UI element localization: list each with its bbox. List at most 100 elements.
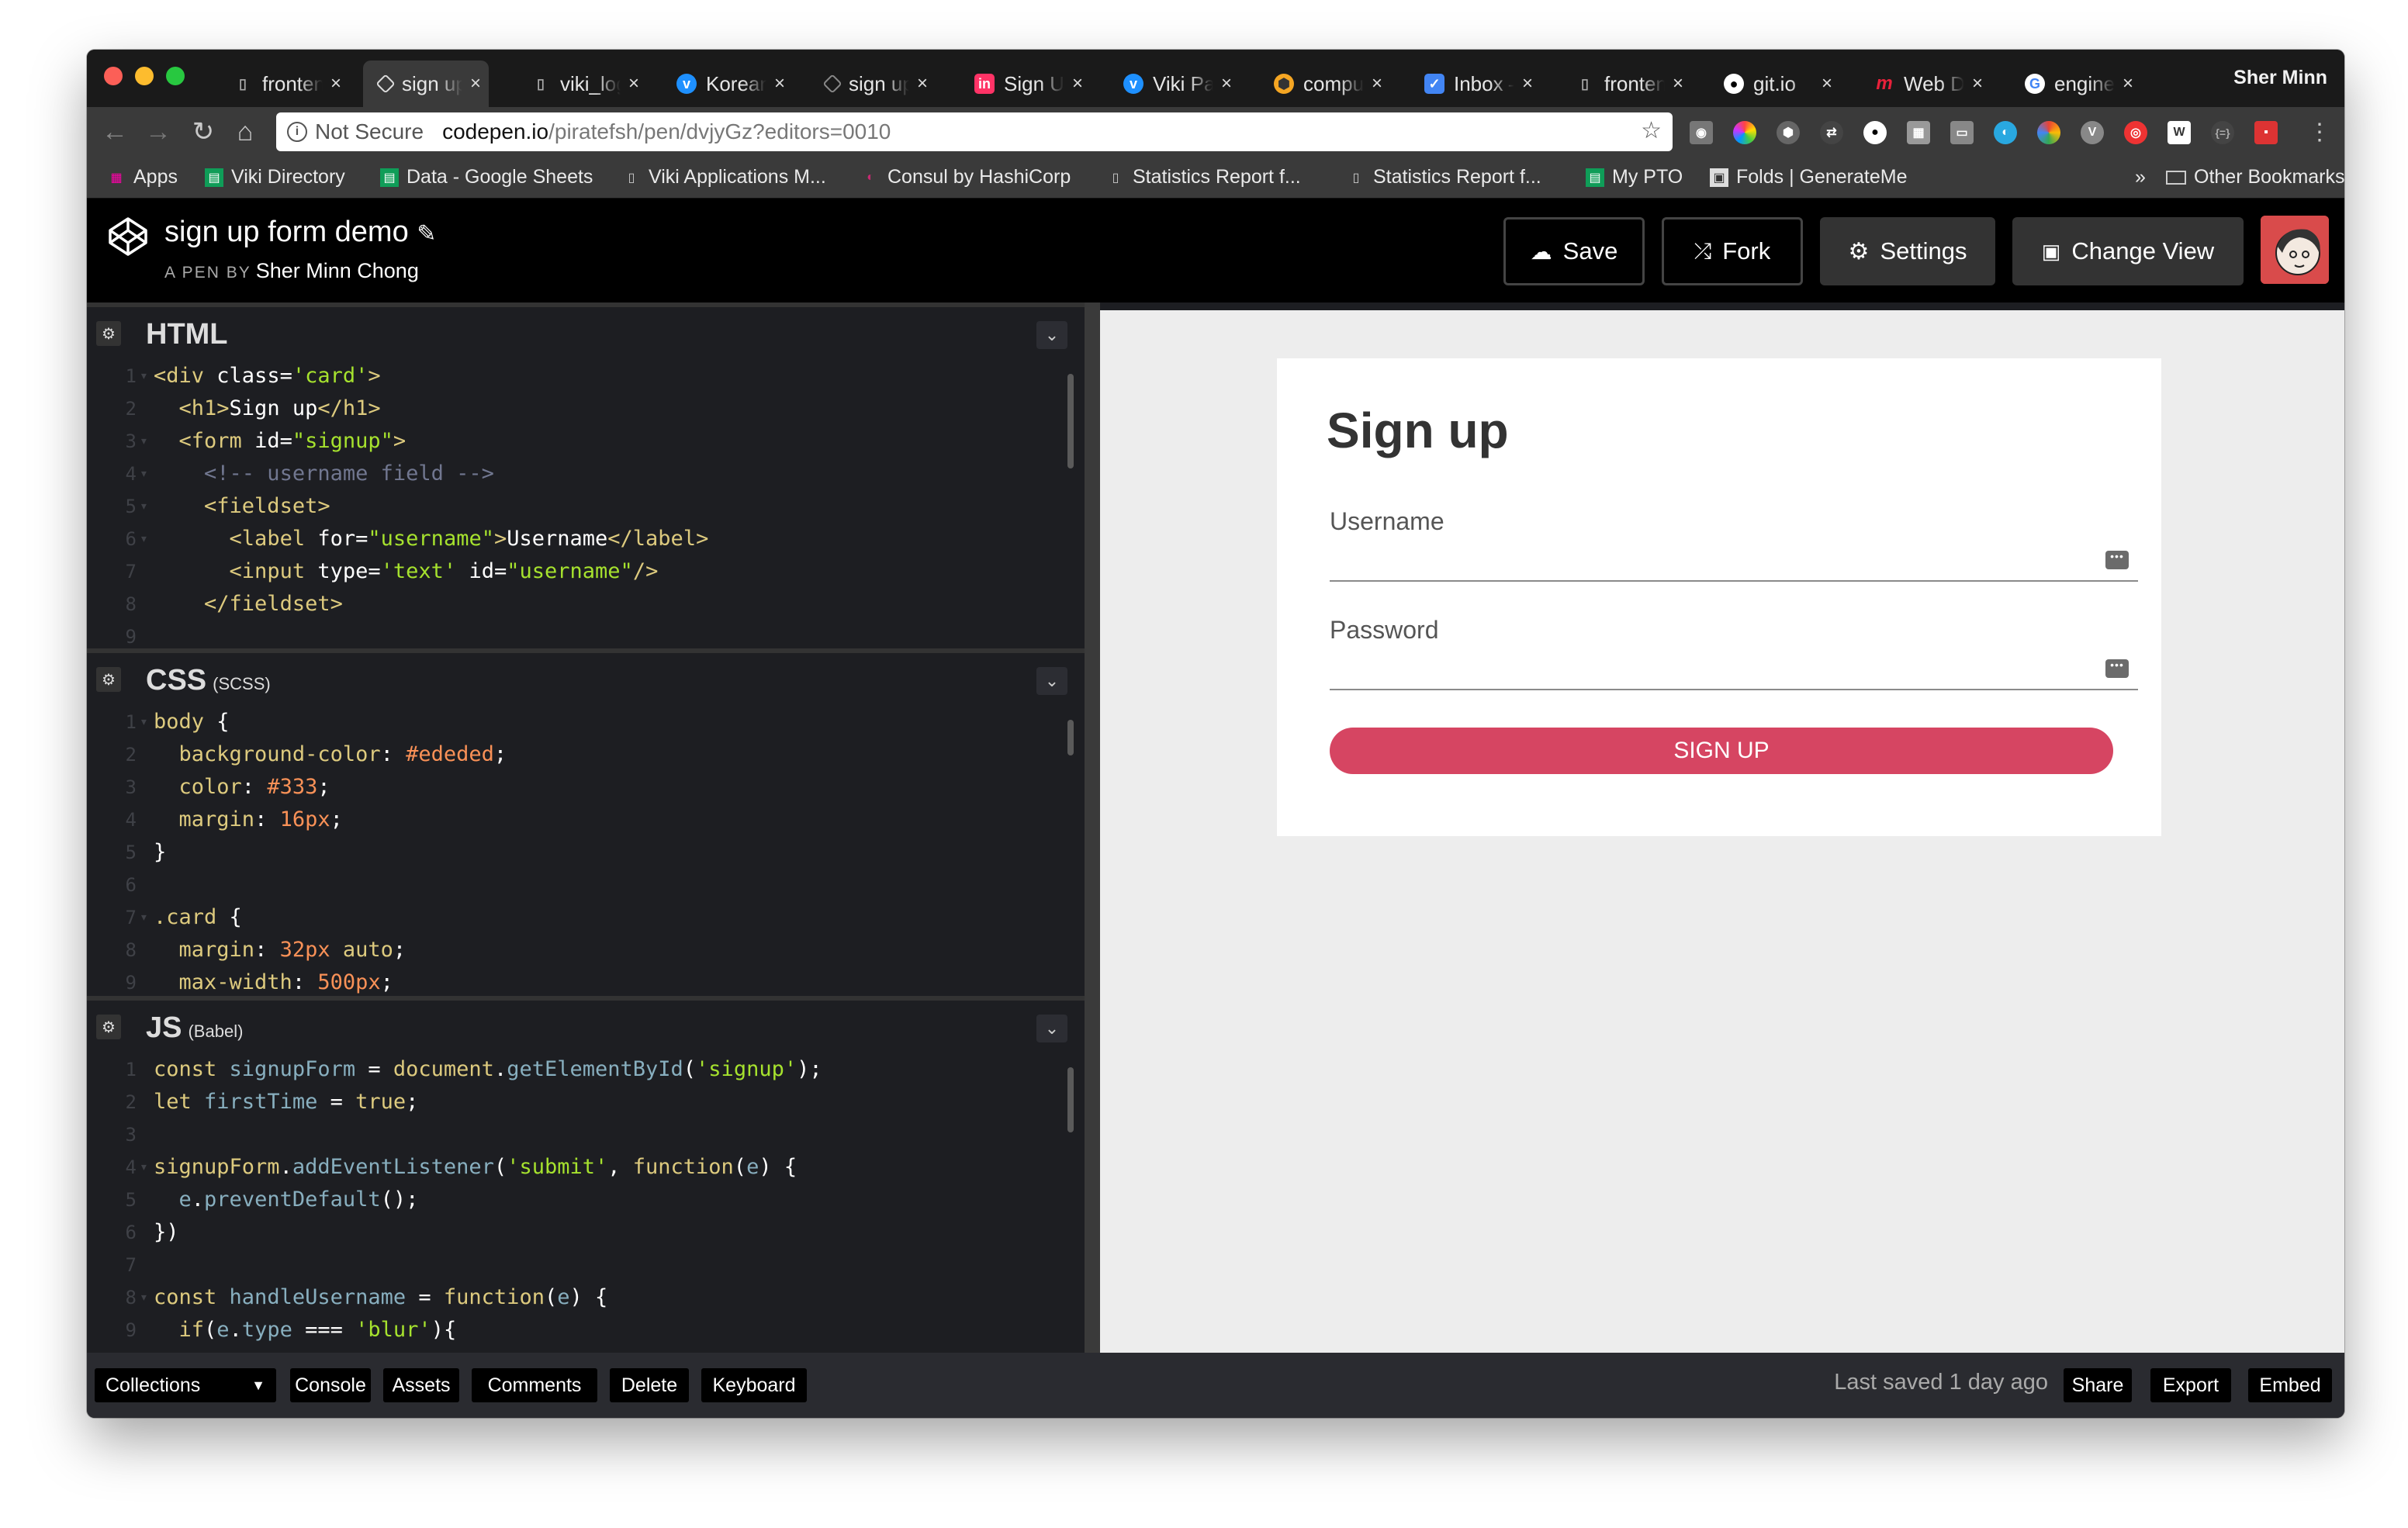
browser-tab[interactable]: ⬢ comput ×	[1258, 60, 1390, 107]
scrollbar[interactable]	[1067, 1067, 1074, 1132]
editor-resize-handle[interactable]	[1085, 302, 1100, 1353]
edit-pencil-icon[interactable]: ✎	[417, 221, 436, 247]
sync-extension-icon[interactable]: ⇄	[1820, 121, 1843, 144]
close-icon[interactable]: ×	[2123, 73, 2133, 95]
bookmark-item[interactable]: ▯ Viki Applications M...	[622, 166, 826, 188]
bookmark-item[interactable]: ◐ Consul by HashiCorp	[861, 166, 1071, 188]
shield-extension-icon[interactable]: V	[2081, 121, 2104, 144]
pen-title[interactable]: sign up form demo	[164, 216, 409, 248]
profile-name[interactable]: Sher Minn	[2233, 67, 2327, 89]
close-icon[interactable]: ×	[1372, 73, 1382, 95]
share-button[interactable]: Share	[2064, 1368, 2132, 1402]
browser-tab[interactable]: G engine ×	[2009, 60, 2141, 107]
color-extension-icon[interactable]	[1733, 121, 1756, 144]
signup-button[interactable]: SIGN UP	[1330, 728, 2113, 774]
hex-extension-icon[interactable]: ⬢	[1777, 121, 1800, 144]
settings-gear-icon[interactable]: ⚙	[96, 1015, 121, 1039]
blue-extension-icon[interactable]: ◐	[1994, 121, 2017, 144]
bookmark-item[interactable]: ▣ Folds | GenerateMe	[1710, 166, 1907, 188]
css-code[interactable]: 1 ▾ body { 2 background-color: #ededed; 3 …	[87, 706, 1085, 996]
delete-button[interactable]: Delete	[610, 1368, 689, 1402]
password-manager-icon[interactable]: •••	[2105, 659, 2129, 678]
codepen-logo-icon[interactable]	[107, 216, 149, 258]
close-icon[interactable]: ×	[917, 73, 928, 95]
settings-button[interactable]: ⚙ Settings	[1820, 217, 1995, 285]
browser-tab[interactable]: ▯ viki_log ×	[515, 60, 647, 107]
console-button[interactable]: Console	[290, 1368, 371, 1402]
bookmarks-overflow-button[interactable]: »	[2135, 166, 2146, 188]
password-input[interactable]: •••	[1330, 647, 2138, 690]
minimize-window-button[interactable]	[135, 67, 154, 85]
camera-extension-icon[interactable]: ◉	[1690, 121, 1713, 144]
chrome-extension-icon[interactable]	[2037, 121, 2060, 144]
chat-extension-icon[interactable]: ▭	[1950, 121, 1974, 144]
export-button[interactable]: Export	[2150, 1368, 2231, 1402]
info-icon[interactable]: i	[287, 122, 307, 142]
chevron-down-icon[interactable]: ⌄	[1036, 321, 1067, 349]
js-code[interactable]: 1 const signupForm = document.getElementB…	[87, 1053, 1085, 1347]
embed-button[interactable]: Embed	[2248, 1368, 2332, 1402]
scrollbar[interactable]	[1067, 374, 1074, 468]
w-extension-icon[interactable]: W	[2168, 121, 2191, 144]
browser-tab[interactable]: sign up ×	[810, 60, 936, 107]
close-icon[interactable]: ×	[470, 73, 481, 95]
back-icon[interactable]: ←	[98, 113, 132, 150]
html-code[interactable]: 1 ▾ <div class='card'> 2 <h1>Sign up</h1> …	[87, 360, 1085, 648]
browser-tab[interactable]: v Korean ×	[661, 60, 793, 107]
browser-tab[interactable]: ▯ fronten ×	[1559, 60, 1691, 107]
bookmark-item[interactable]: ▯ Statistics Report f...	[1106, 166, 1301, 188]
menu-icon[interactable]: ⋮	[2302, 113, 2337, 150]
bookmark-item[interactable]: ▤ Data - Google Sheets	[380, 166, 593, 188]
save-button[interactable]: ☁ Save	[1503, 217, 1645, 285]
assets-button[interactable]: Assets	[383, 1368, 459, 1402]
forward-icon[interactable]: →	[141, 113, 175, 150]
fork-button[interactable]: ⤮ Fork	[1662, 217, 1803, 285]
username-input[interactable]: •••	[1330, 538, 2138, 582]
bookmark-item[interactable]: ▯ Statistics Report f...	[1347, 166, 1541, 188]
close-icon[interactable]: ×	[330, 73, 341, 95]
close-icon[interactable]: ×	[774, 73, 785, 95]
record-extension-icon[interactable]: ◎	[2124, 121, 2147, 144]
chevron-down-icon[interactable]: ⌄	[1036, 1015, 1067, 1042]
close-icon[interactable]: ×	[1972, 73, 1983, 95]
avatar[interactable]	[2261, 216, 2329, 284]
bookmark-item[interactable]: ▦ Apps	[107, 166, 178, 188]
reload-icon[interactable]: ↻	[186, 113, 220, 150]
comments-button[interactable]: Comments	[472, 1368, 597, 1402]
bookmark-item[interactable]: ▤ My PTO	[1586, 166, 1683, 188]
bookmark-star-icon[interactable]: ☆	[1641, 117, 1662, 144]
close-icon[interactable]: ×	[1072, 73, 1083, 95]
settings-gear-icon[interactable]: ⚙	[96, 667, 121, 692]
browser-tab[interactable]: m Web De ×	[1859, 60, 1991, 107]
other-bookmarks[interactable]: Other Bookmarks	[2166, 166, 2344, 188]
password-manager-icon[interactable]: •••	[2105, 551, 2129, 569]
browser-tab[interactable]: ▯ fronten ×	[217, 60, 349, 107]
scrollbar[interactable]	[1067, 720, 1074, 755]
circle-extension-icon[interactable]: ●	[1863, 121, 1887, 144]
grid-extension-icon[interactable]: ▦	[1907, 121, 1930, 144]
keyboard-button[interactable]: Keyboard	[701, 1368, 807, 1402]
browser-tab[interactable]: v Viki Pa ×	[1108, 60, 1240, 107]
red-extension-icon[interactable]: ▪	[2254, 121, 2278, 144]
address-bar[interactable]: i Not Secure codepen.io/piratefsh/pen/dv…	[276, 112, 1673, 151]
close-icon[interactable]: ×	[1522, 73, 1533, 95]
close-icon[interactable]: ×	[628, 73, 639, 95]
close-icon[interactable]: ×	[1673, 73, 1683, 95]
bookmark-item[interactable]: ▤ Viki Directory	[205, 166, 345, 188]
change-view-button[interactable]: ▣ Change View	[2012, 217, 2244, 285]
browser-tab[interactable]: ✓ Inbox – ×	[1409, 60, 1541, 107]
browser-tab[interactable]: in Sign Up ×	[959, 60, 1091, 107]
home-icon[interactable]: ⌂	[228, 113, 262, 150]
maximize-window-button[interactable]	[166, 67, 185, 85]
json-extension-icon[interactable]: {=}	[2211, 121, 2234, 144]
close-icon[interactable]: ×	[1822, 73, 1832, 95]
pen-title-row[interactable]: sign up form demo ✎	[164, 216, 436, 249]
chevron-down-icon[interactable]: ⌄	[1036, 667, 1067, 695]
close-window-button[interactable]	[104, 67, 123, 85]
browser-tab[interactable]: ● git.io ×	[1708, 60, 1840, 107]
settings-gear-icon[interactable]: ⚙	[96, 321, 121, 346]
author-link[interactable]: Sher Minn Chong	[256, 259, 419, 282]
browser-tab-active[interactable]: sign up ×	[363, 60, 490, 107]
collections-dropdown[interactable]: Collections ▼	[95, 1368, 276, 1402]
close-icon[interactable]: ×	[1221, 73, 1232, 95]
